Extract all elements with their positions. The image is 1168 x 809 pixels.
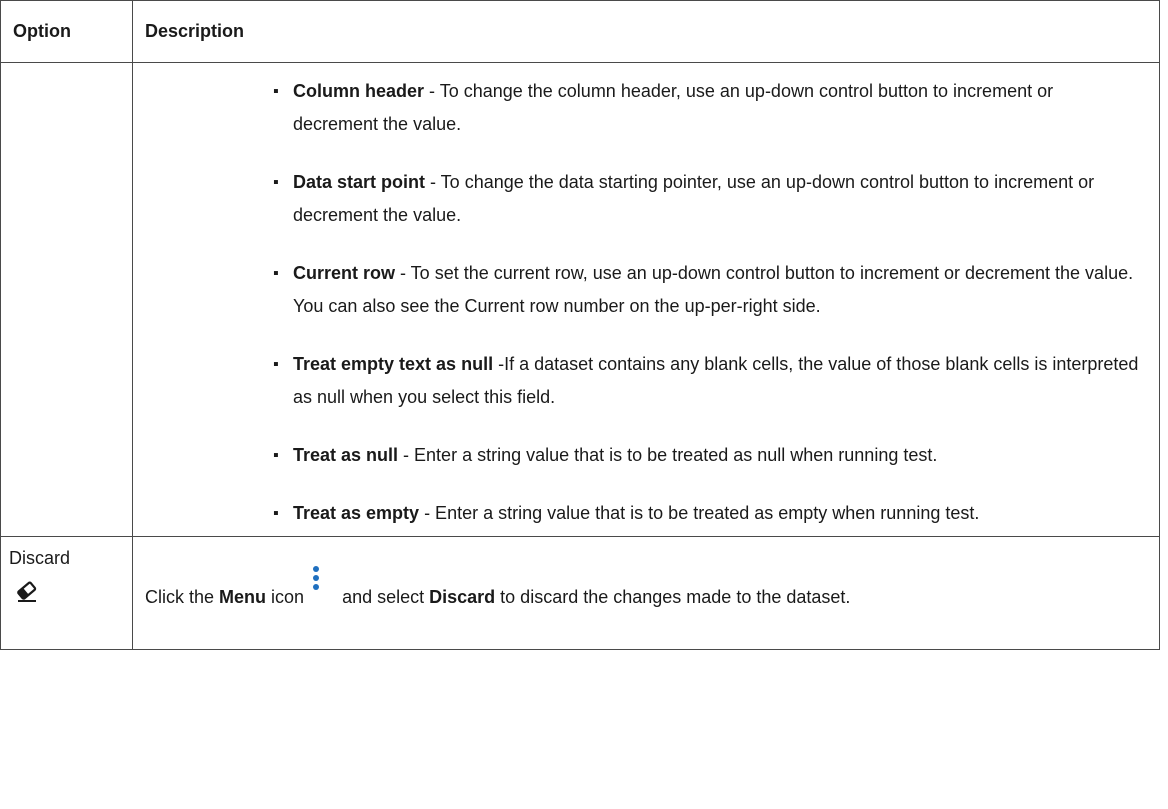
discard-text-suffix: to discard the changes made to the datas… xyxy=(495,587,851,607)
bullet-icon: ▪ xyxy=(273,83,279,100)
bullet-icon: ▪ xyxy=(273,174,279,191)
options-table: Option Description ▪ Column header - To … xyxy=(0,0,1160,650)
bullet-icon: ▪ xyxy=(273,356,279,373)
item-text: - Enter a string value that is to be tre… xyxy=(419,503,980,523)
and-select-text: and select xyxy=(342,587,430,607)
table-row-discard: Discard Click the Menu icon and select Di… xyxy=(0,536,1160,650)
description-cell-discard: Click the Menu icon and select Discard to… xyxy=(132,536,1160,650)
list-item-current-row: ▪ Current row - To set the current row, … xyxy=(273,257,1139,323)
icon-word: icon xyxy=(266,587,305,607)
option-cell-empty xyxy=(0,62,133,537)
table-header-row: Option Description xyxy=(0,0,1160,63)
item-term: Treat as empty xyxy=(293,503,420,523)
discard-term: Discard xyxy=(429,587,496,607)
eraser-icon xyxy=(17,581,37,602)
list-item-treat-as-null: ▪ Treat as null - Enter a string value t… xyxy=(273,439,1139,472)
bullet-icon: ▪ xyxy=(273,265,279,282)
item-term: Column header xyxy=(293,81,425,101)
settings-list: ▪ Column header - To change the column h… xyxy=(133,63,1159,530)
list-item-treat-empty-text-as-null: ▪ Treat empty text as null -If a dataset… xyxy=(273,348,1139,414)
option-cell-discard: Discard xyxy=(0,536,133,650)
menu-term: Menu xyxy=(219,587,267,607)
item-term: Current row xyxy=(293,263,396,283)
discard-option-label: Discard xyxy=(9,548,71,568)
vertical-ellipsis-icon xyxy=(313,566,320,590)
list-item-treat-as-empty: ▪ Treat as empty - Enter a string value … xyxy=(273,497,1139,530)
item-term: Treat empty text as null xyxy=(293,354,494,374)
bullet-icon: ▪ xyxy=(273,447,279,464)
item-text: - To set the current row, use an up-down… xyxy=(293,263,1134,316)
bullet-icon: ▪ xyxy=(273,505,279,522)
list-item-column-header: ▪ Column header - To change the column h… xyxy=(273,75,1139,141)
discard-description: Click the Menu icon and select Discard to… xyxy=(145,566,1159,611)
list-item-data-start-point: ▪ Data start point - To change the data … xyxy=(273,166,1139,232)
header-option: Option xyxy=(0,0,133,63)
description-cell-settings: ▪ Column header - To change the column h… xyxy=(132,62,1160,537)
item-term: Treat as null xyxy=(293,445,399,465)
header-description: Description xyxy=(132,0,1160,63)
item-term: Data start point xyxy=(293,172,426,192)
discard-text-prefix: Click the xyxy=(145,587,220,607)
item-text: - Enter a string value that is to be tre… xyxy=(398,445,938,465)
table-row-dataset-settings: ▪ Column header - To change the column h… xyxy=(0,62,1160,537)
